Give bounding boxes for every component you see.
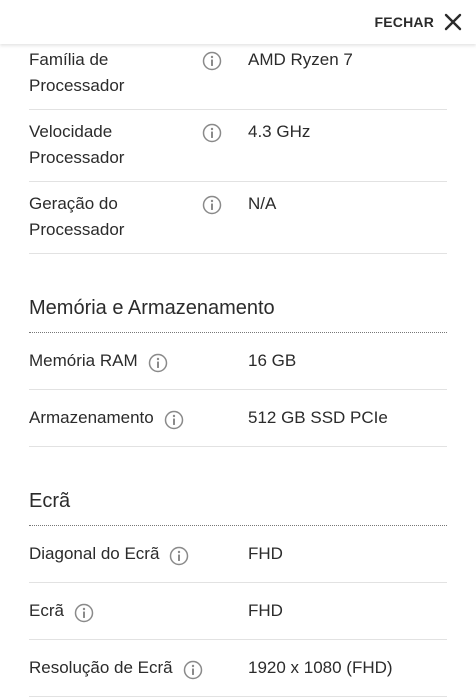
info-icon[interactable]	[74, 603, 94, 623]
spec-label-line: Velocidade	[29, 122, 113, 141]
spec-value: AMD Ryzen 7	[248, 50, 353, 69]
spec-row-storage: Armazenamento 512 GB SSD PCIe	[29, 390, 447, 447]
spec-label: Resolução de Ecrã	[29, 655, 203, 681]
spec-label: Memória RAM	[29, 348, 168, 374]
spec-label: Ecrã	[29, 598, 94, 624]
section-title-memory: Memória e Armazenamento	[29, 281, 447, 333]
spec-label: Velocidade Processador	[29, 119, 124, 171]
spec-value: N/A	[248, 194, 277, 213]
spec-row-screen-diagonal: Diagonal do Ecrã FHD	[29, 526, 447, 583]
spec-row-screen-resolution: Resolução de Ecrã 1920 x 1080 (FHD)	[29, 640, 447, 697]
spec-label-line: Processador	[29, 76, 125, 95]
section-title-text: Ecrã	[29, 490, 71, 512]
info-icon[interactable]	[148, 353, 168, 373]
info-icon[interactable]	[169, 546, 189, 566]
spec-label-line: Geração do	[29, 194, 118, 213]
spec-label: Família de Processador	[29, 47, 124, 99]
section-title-text: Memória e Armazenamento	[29, 297, 275, 319]
spec-value: FHD	[248, 544, 283, 563]
spec-row-processor-speed: Velocidade Processador 4.3 GHz	[29, 110, 447, 182]
spec-label: Armazenamento	[29, 405, 184, 431]
spec-label: Diagonal do Ecrã	[29, 541, 189, 567]
spec-row-processor-family: Família de Processador AMD Ryzen 7	[29, 44, 447, 110]
spec-row-processor-generation: Geração do Processador N/A	[29, 182, 447, 254]
spec-label: Geração do Processador	[29, 191, 124, 243]
spec-value: 512 GB SSD PCIe	[248, 408, 388, 427]
info-icon[interactable]	[202, 51, 222, 76]
section-title-screen: Ecrã	[29, 474, 447, 526]
spec-label-line: Processador	[29, 220, 125, 239]
spec-label-text: Memória RAM	[29, 351, 138, 370]
close-icon[interactable]	[444, 13, 462, 31]
close-button[interactable]: FECHAR	[374, 10, 462, 34]
modal-header: FECHAR	[0, 0, 476, 44]
spec-row-ram: Memória RAM 16 GB	[29, 333, 447, 390]
info-icon[interactable]	[202, 123, 222, 148]
close-label: FECHAR	[374, 14, 434, 30]
spec-label-line: Família de	[29, 50, 109, 69]
spec-label-text: Diagonal do Ecrã	[29, 544, 160, 563]
spec-row-screen: Ecrã FHD	[29, 583, 447, 640]
spec-value: 1920 x 1080 (FHD)	[248, 658, 393, 677]
spec-value: FHD	[248, 601, 283, 620]
spec-label-text: Ecrã	[29, 601, 64, 620]
spec-label-text: Resolução de Ecrã	[29, 658, 173, 677]
spec-value: 16 GB	[248, 351, 297, 370]
spec-label-line: Processador	[29, 148, 125, 167]
spec-label-text: Armazenamento	[29, 408, 154, 427]
info-icon[interactable]	[202, 195, 222, 220]
specs-list: Família de Processador AMD Ryzen 7 Veloc…	[29, 44, 447, 697]
info-icon[interactable]	[164, 410, 184, 430]
info-icon[interactable]	[183, 660, 203, 680]
spec-value: 4.3 GHz	[248, 122, 311, 141]
